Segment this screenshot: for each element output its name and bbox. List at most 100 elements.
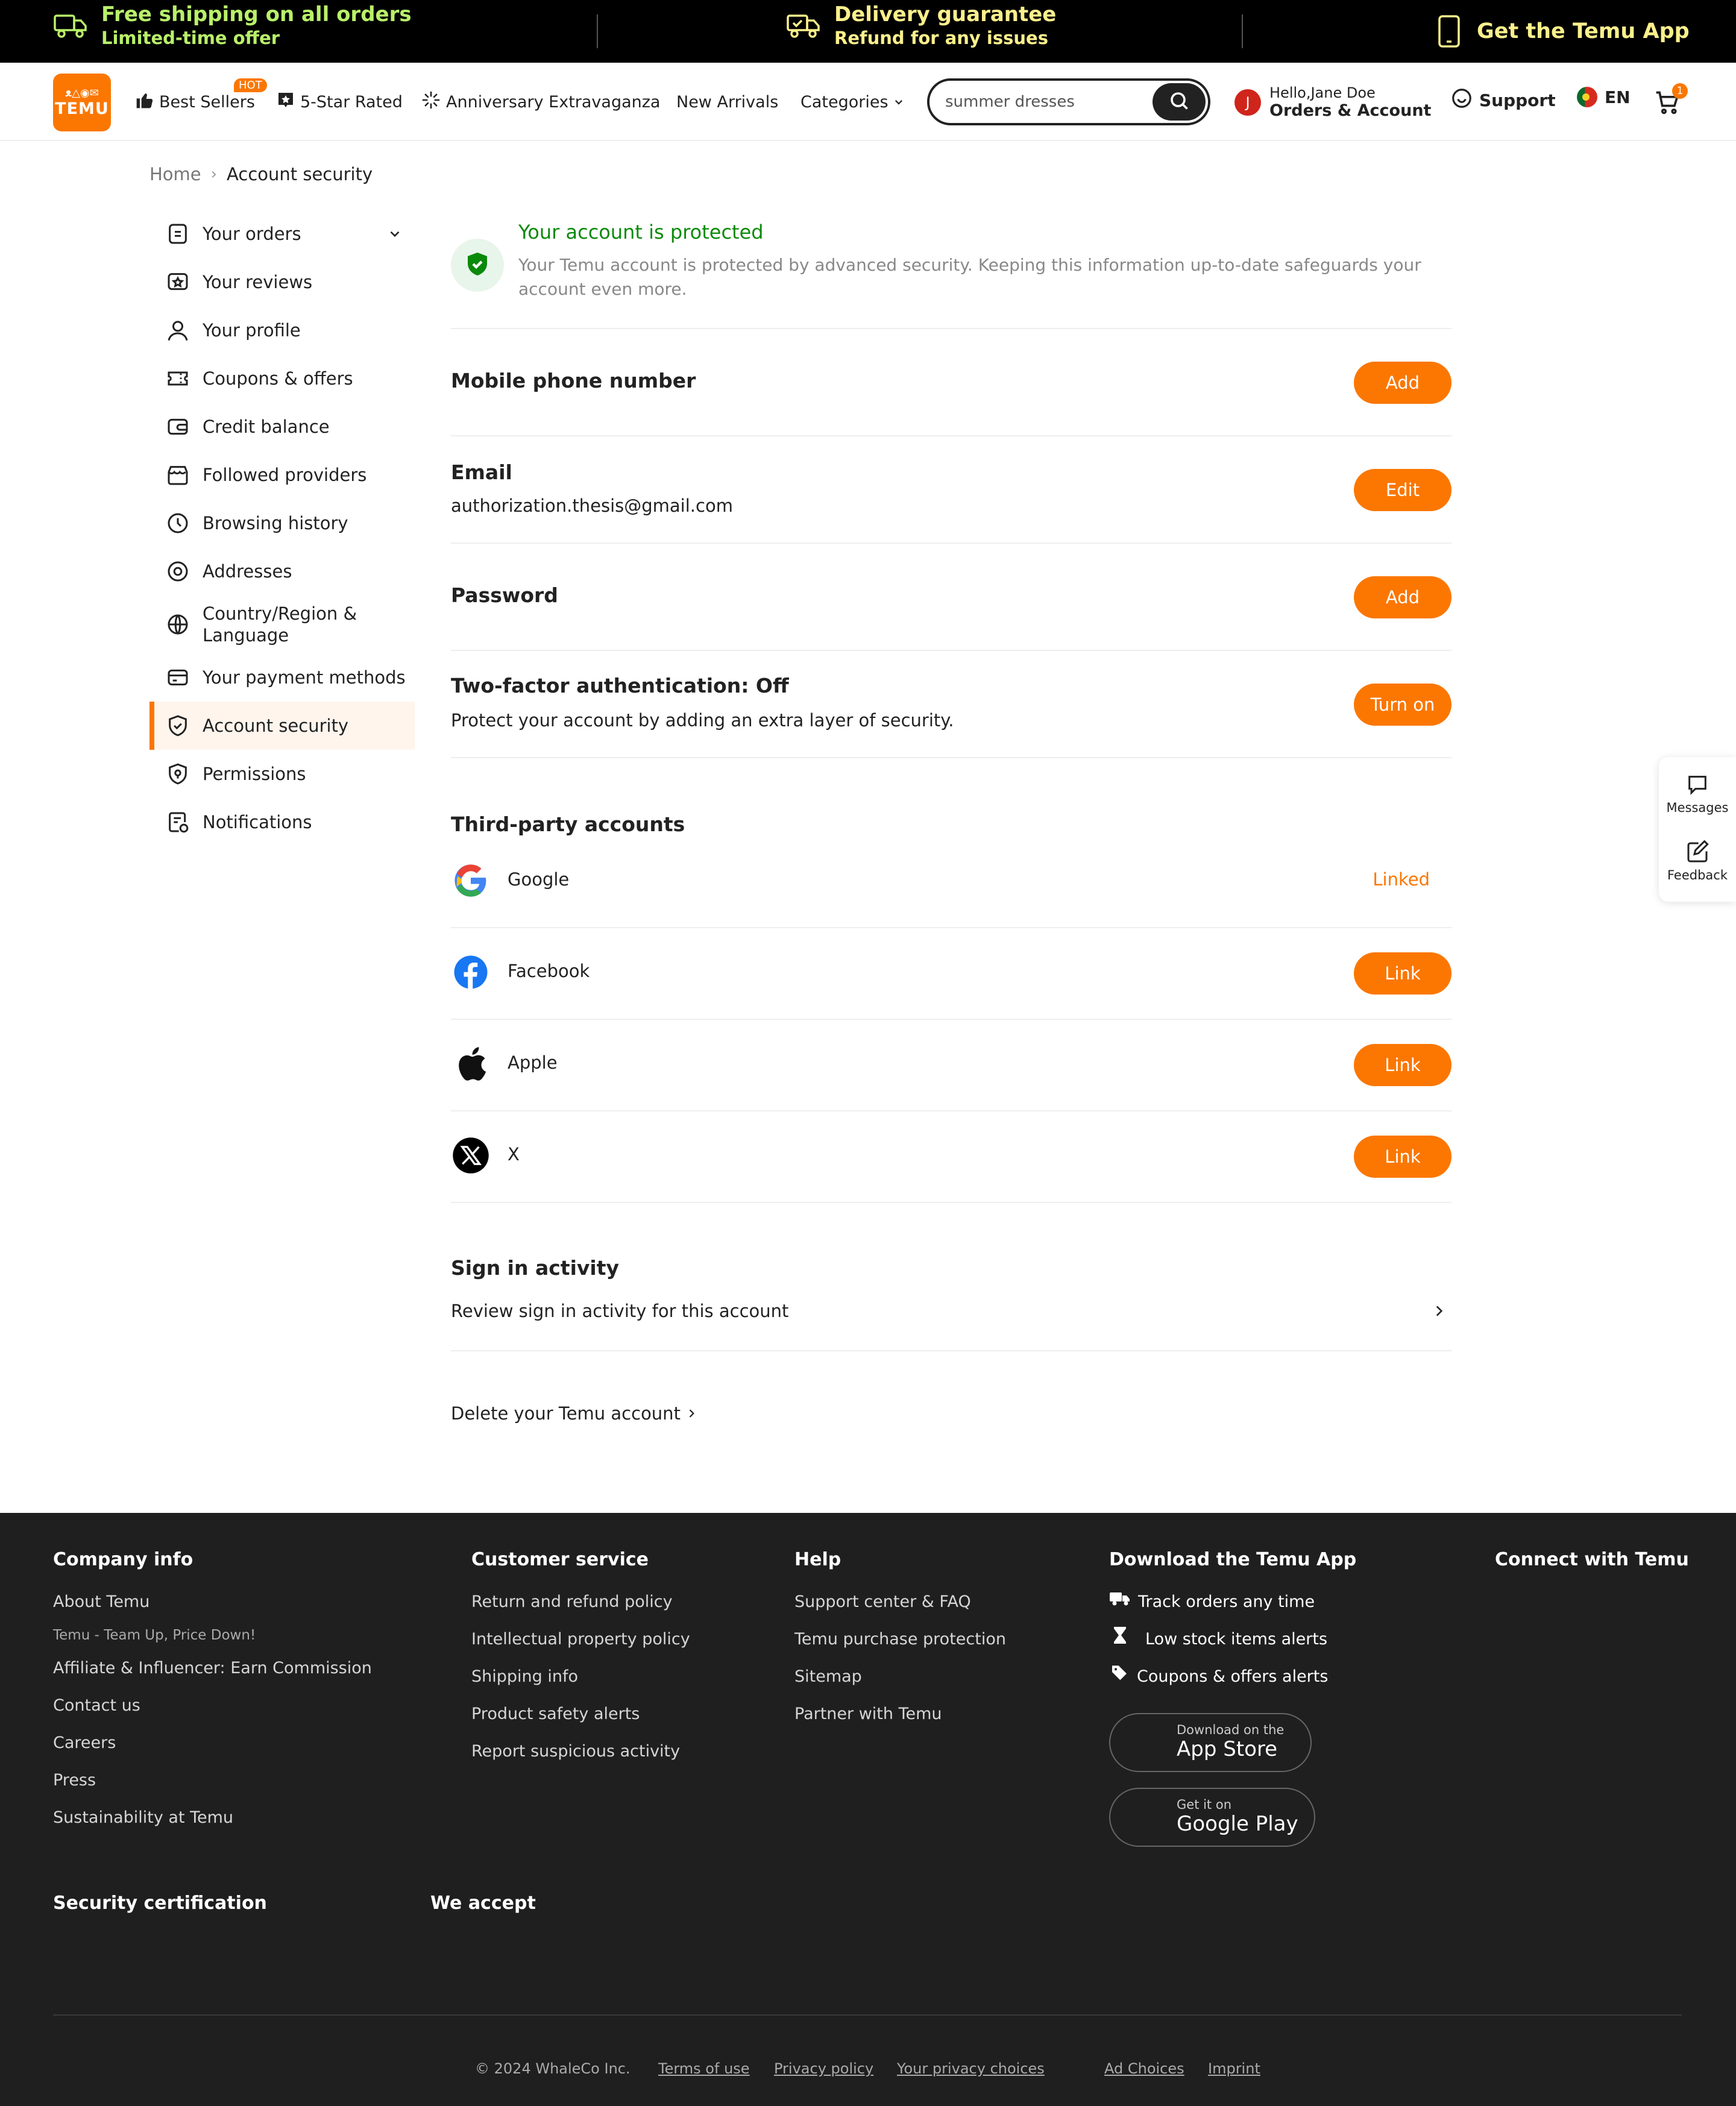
support-link[interactable]: Support: [1450, 87, 1556, 114]
site-header: ᴥ△◉✉ TEMU Best Sellers HOT 5-Star Rated …: [0, 63, 1736, 141]
messages-button[interactable]: Messages: [1659, 773, 1736, 815]
delete-account-link[interactable]: Delete your Temu account: [451, 1403, 697, 1424]
temu-logo[interactable]: ᴥ△◉✉ TEMU: [53, 74, 111, 131]
footer-link[interactable]: Report suspicious activity: [471, 1733, 690, 1770]
google-icon: [451, 861, 491, 901]
apple-account-row: Apple Link: [451, 1020, 1451, 1111]
footer-link[interactable]: Contact us: [53, 1687, 372, 1724]
search-button[interactable]: [1153, 83, 1206, 121]
google-play-button[interactable]: Get it on Google Play: [1109, 1788, 1315, 1847]
signin-activity-title: Sign in activity: [451, 1256, 620, 1280]
sidebar-item-profile[interactable]: Your profile: [149, 306, 415, 354]
footer-link[interactable]: Sitemap: [794, 1658, 1006, 1696]
app-store-small: Download on the: [1177, 1723, 1285, 1737]
feedback-icon: [1659, 840, 1736, 864]
add-password-button[interactable]: Add: [1354, 576, 1451, 618]
account-menu[interactable]: J Hello,Jane Doe Orders & Account: [1234, 84, 1431, 121]
shield-check-icon: [463, 250, 492, 281]
star-badge-icon: [276, 90, 300, 114]
breadcrumb-home[interactable]: Home: [149, 164, 201, 184]
sidebar-item-notifications[interactable]: Notifications: [149, 798, 415, 846]
sidebar-item-followed[interactable]: Followed providers: [149, 451, 415, 499]
sidebar-item-orders[interactable]: Your orders: [149, 210, 415, 258]
account-sidebar: Your orders Your reviews Your profile Co…: [149, 210, 415, 846]
imprint-link[interactable]: Imprint: [1208, 2060, 1260, 2077]
footer-link[interactable]: Careers: [53, 1724, 372, 1762]
delivery-guarantee-promo[interactable]: Delivery guarantee Refund for any issues: [786, 2, 1056, 49]
search-input[interactable]: [945, 89, 1150, 115]
footer-link[interactable]: Support center & FAQ: [794, 1583, 1006, 1621]
get-app-promo[interactable]: Get the Temu App: [1437, 14, 1690, 48]
sidebar-item-label: Permissions: [203, 764, 306, 784]
sidebar-item-reviews[interactable]: Your reviews: [149, 258, 415, 306]
sidebar-item-history[interactable]: Browsing history: [149, 499, 415, 547]
footer-link[interactable]: Return and refund policy: [471, 1583, 690, 1621]
privacy-link[interactable]: Privacy policy: [774, 2060, 873, 2077]
we-accept-title: We accept: [430, 1893, 536, 1914]
footer-help: Help Support center & FAQ Temu purchase …: [794, 1549, 1006, 1733]
apple-icon: [451, 1044, 491, 1084]
footer-link[interactable]: Sustainability at Temu: [53, 1799, 372, 1837]
nav-anniversary[interactable]: Anniversary Extravaganza: [421, 87, 660, 117]
sidebar-item-country-language[interactable]: Country/Region & Language: [149, 596, 415, 653]
avatar: J: [1234, 89, 1261, 116]
sidebar-item-coupons[interactable]: Coupons & offers: [149, 354, 415, 403]
messages-label: Messages: [1666, 800, 1729, 815]
google-play-big: Google Play: [1177, 1812, 1298, 1836]
footer-link[interactable]: About Temu: [53, 1583, 372, 1621]
search-icon: [1168, 90, 1190, 114]
footer-link[interactable]: Press: [53, 1762, 372, 1799]
email-row: Email authorization.thesis@gmail.com Edi…: [451, 436, 1451, 544]
nav-five-star[interactable]: 5-Star Rated: [276, 87, 403, 117]
logo-glyphs: ᴥ△◉✉: [65, 87, 99, 99]
orders-account-label: Orders & Account: [1269, 101, 1432, 120]
language-selector[interactable]: EN: [1577, 87, 1631, 107]
two-factor-title: Two-factor authentication: Off: [451, 674, 789, 697]
promo-divider: [1242, 14, 1243, 48]
link-x-button[interactable]: Link: [1354, 1136, 1451, 1178]
turn-on-2fa-button[interactable]: Turn on: [1354, 684, 1451, 726]
sidebar-item-credit[interactable]: Credit balance: [149, 403, 415, 451]
link-facebook-button[interactable]: Link: [1354, 952, 1451, 995]
footer-download-app: Download the Temu App Track orders any t…: [1109, 1549, 1356, 1696]
notification-settings-icon: [165, 809, 190, 835]
footer-link[interactable]: Shipping info: [471, 1658, 690, 1696]
wallet-icon: [165, 414, 190, 439]
footer-link[interactable]: Partner with Temu: [794, 1696, 1006, 1733]
copyright: © 2024 WhaleCo Inc.: [475, 2060, 631, 2077]
footer-link[interactable]: Affiliate & Influencer: Earn Commission: [53, 1650, 372, 1687]
footer-link[interactable]: Intellectual property policy: [471, 1621, 690, 1658]
sidebar-item-label: Credit balance: [203, 416, 330, 437]
user-icon: [165, 318, 190, 343]
add-phone-button[interactable]: Add: [1354, 362, 1451, 404]
app-store-button[interactable]: Download on the App Store: [1109, 1713, 1312, 1772]
delete-account-label: Delete your Temu account: [451, 1403, 681, 1424]
edit-email-button[interactable]: Edit: [1354, 469, 1451, 511]
sidebar-item-payment[interactable]: Your payment methods: [149, 653, 415, 702]
phone-icon: [1437, 14, 1461, 48]
link-apple-button[interactable]: Link: [1354, 1044, 1451, 1086]
feedback-button[interactable]: Feedback: [1659, 840, 1736, 882]
sidebar-item-label: Your payment methods: [203, 667, 406, 688]
sidebar-item-addresses[interactable]: Addresses: [149, 547, 415, 596]
free-shipping-promo[interactable]: Free shipping on all orders Limited-time…: [53, 2, 412, 49]
promo-app-label: Get the Temu App: [1477, 19, 1690, 43]
email-title: Email: [451, 460, 512, 484]
terms-link[interactable]: Terms of use: [658, 2060, 750, 2077]
headset-icon: [1450, 87, 1473, 114]
nav-new-arrivals[interactable]: New Arrivals: [676, 87, 778, 117]
cart-button[interactable]: 1: [1654, 83, 1688, 118]
sidebar-item-label: Your profile: [203, 320, 301, 341]
message-icon: [1659, 773, 1736, 797]
mobile-phone-title: Mobile phone number: [451, 369, 696, 392]
signin-activity-row[interactable]: Review sign in activity for this account: [451, 1289, 1451, 1351]
support-label: Support: [1479, 90, 1556, 110]
footer-link[interactable]: Product safety alerts: [471, 1696, 690, 1733]
sidebar-item-permissions[interactable]: Permissions: [149, 750, 415, 798]
nav-categories[interactable]: Categories: [800, 87, 909, 117]
sidebar-item-security[interactable]: Account security: [149, 702, 415, 750]
ad-choices-link[interactable]: Ad Choices: [1104, 2060, 1184, 2077]
protected-title: Your account is protected: [518, 221, 764, 244]
footer-link[interactable]: Temu purchase protection: [794, 1621, 1006, 1658]
privacy-choices-link[interactable]: Your privacy choices: [897, 2060, 1045, 2077]
